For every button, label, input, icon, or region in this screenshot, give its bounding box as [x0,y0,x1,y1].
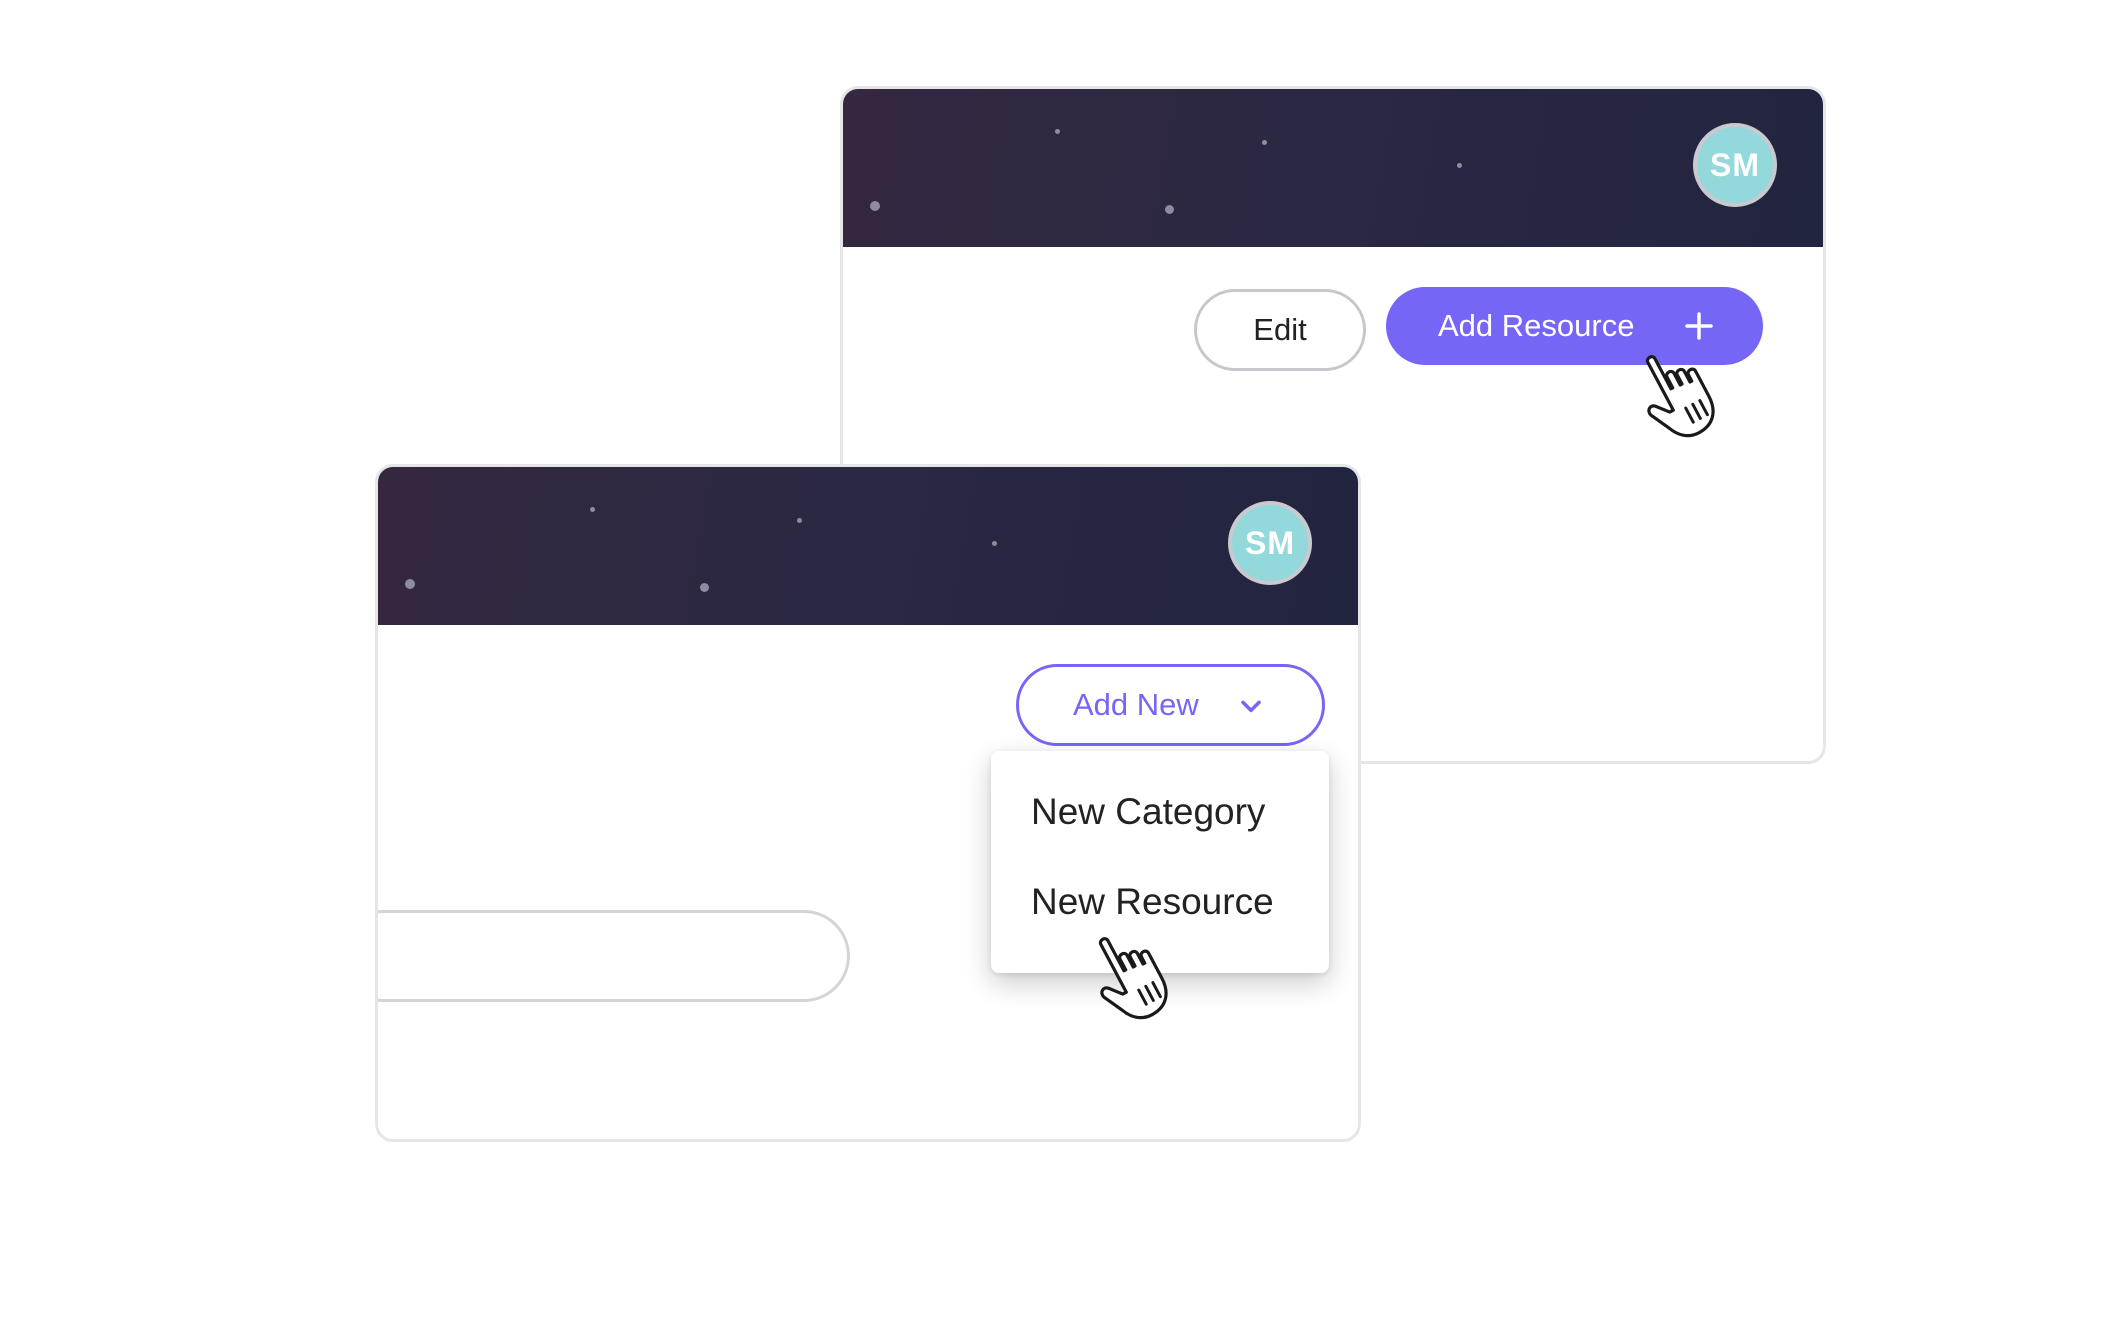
add-resource-label: Add Resource [1438,308,1635,343]
star-decoration [700,583,709,592]
add-new-menu: New Category New Resource [991,751,1329,973]
star-decoration [1165,205,1174,214]
add-resource-button[interactable]: Add Resource [1386,287,1763,365]
add-new-label: Add New [1073,687,1199,722]
star-decoration [992,541,997,546]
text-input[interactable] [378,910,850,1002]
star-decoration [405,579,415,589]
star-decoration [870,201,880,211]
header-banner: SM [378,467,1358,625]
header-banner: SM [843,89,1823,247]
star-decoration [1262,140,1267,145]
star-decoration [1055,129,1060,134]
chevron-down-icon [1241,700,1261,713]
menu-item-new-category[interactable]: New Category [1031,791,1265,833]
star-decoration [590,507,595,512]
add-new-dropdown-button[interactable]: Add New [1016,664,1325,746]
avatar[interactable]: SM [1228,501,1312,585]
plus-icon [1685,312,1713,340]
avatar[interactable]: SM [1693,123,1777,207]
star-decoration [1457,163,1462,168]
menu-item-new-resource[interactable]: New Resource [1031,881,1274,923]
star-decoration [797,518,802,523]
edit-button[interactable]: Edit [1194,289,1366,371]
